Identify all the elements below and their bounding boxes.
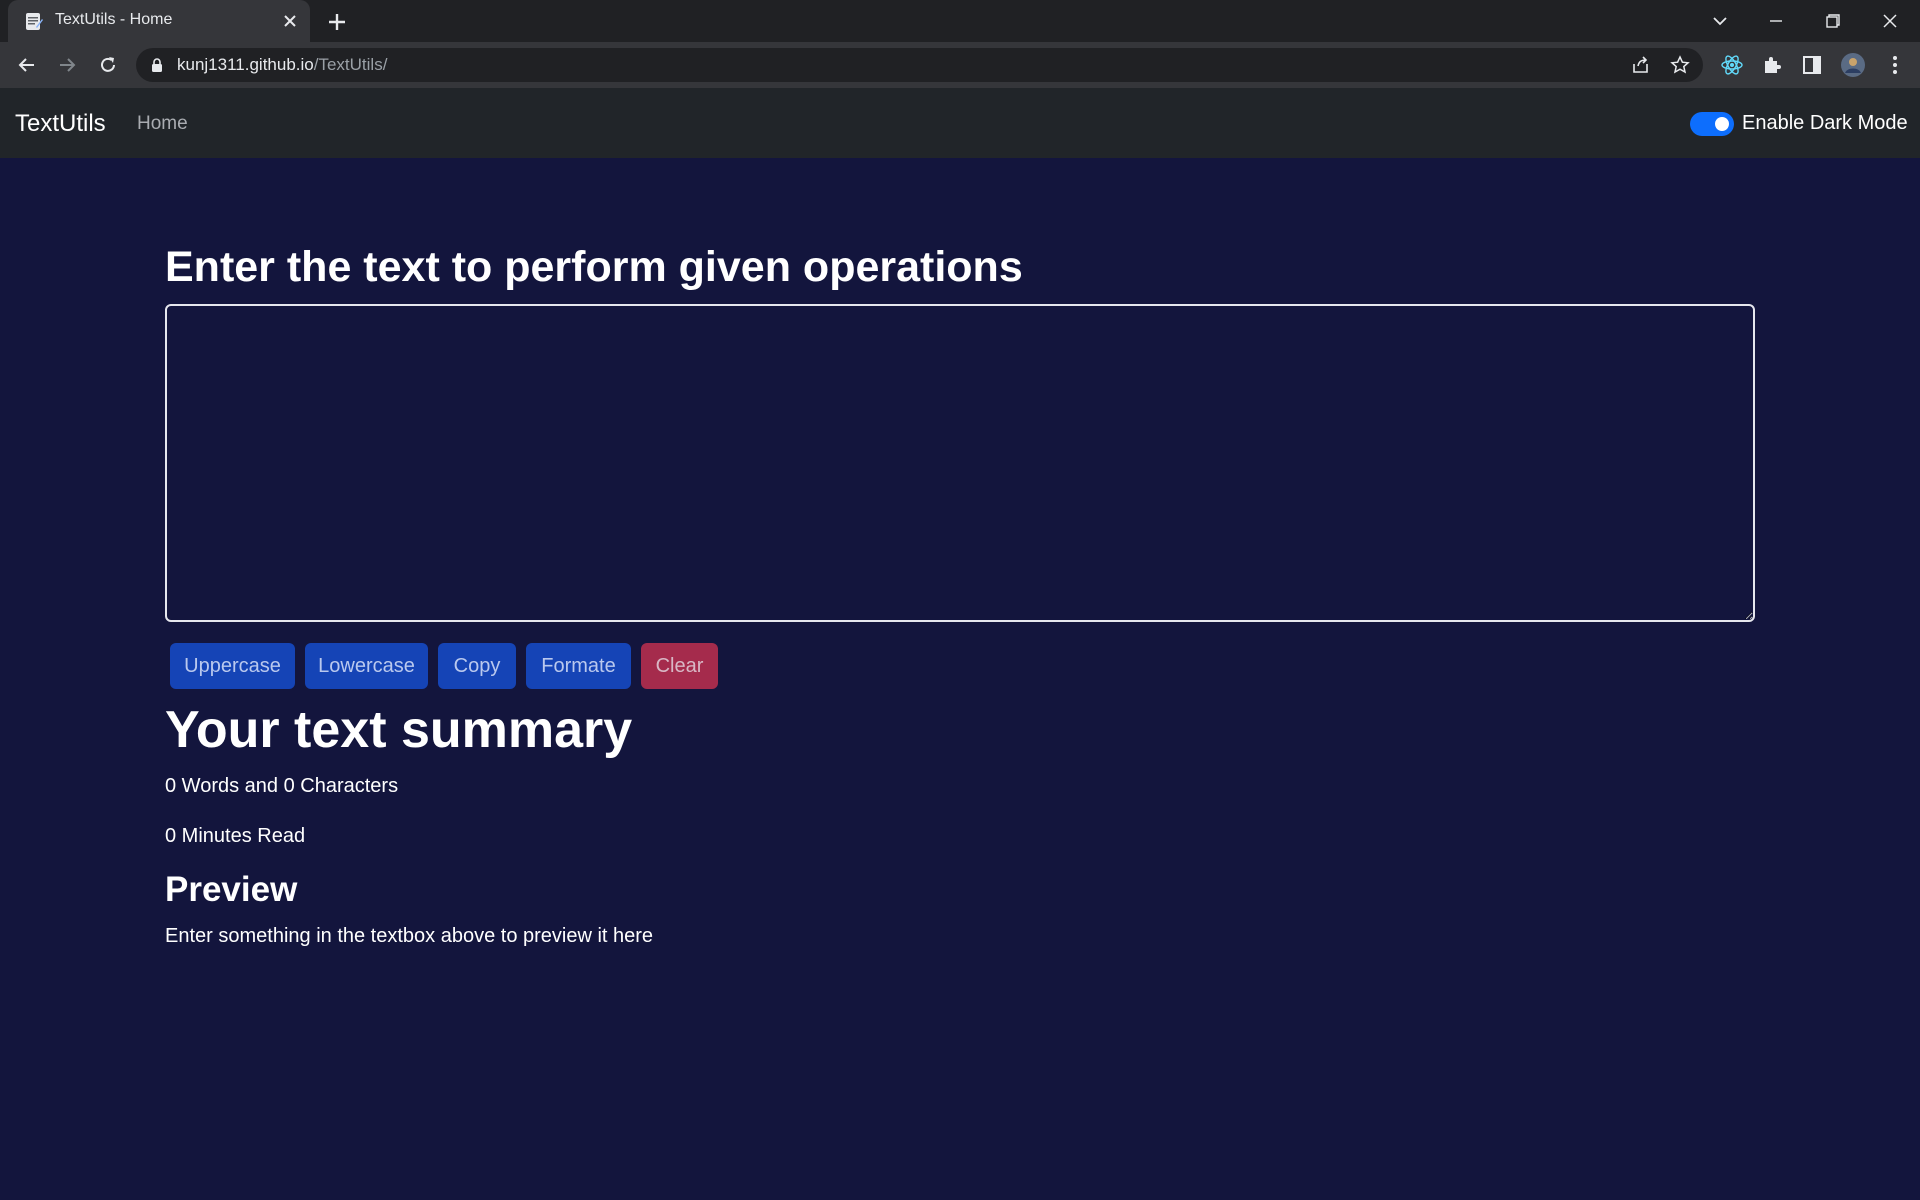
- minutes-read: 0 Minutes Read: [165, 825, 306, 847]
- word-char-count: 0 Words and 0 Characters: [165, 775, 399, 797]
- brand-logo-text[interactable]: TextUtils: [15, 110, 106, 138]
- url-host: kunj1311.github.io: [177, 55, 314, 74]
- minimize-icon[interactable]: [1763, 8, 1789, 34]
- url-text[interactable]: kunj1311.github.io/TextUtils/: [177, 55, 387, 75]
- close-tab-icon[interactable]: [280, 11, 300, 31]
- nav-link-home[interactable]: Home: [137, 113, 188, 135]
- browser-tab-strip: TextUtils - Home: [0, 0, 1920, 42]
- site-navbar: TextUtils Home Enable Dark Mode: [0, 88, 1920, 158]
- notepad-favicon-icon: [26, 13, 43, 30]
- dark-mode-toggle[interactable]: [1690, 112, 1734, 136]
- browser-tab-active[interactable]: TextUtils - Home: [8, 0, 310, 42]
- restore-icon[interactable]: [1820, 8, 1846, 34]
- tab-search-chevron-icon[interactable]: [1707, 8, 1733, 34]
- reload-icon[interactable]: [95, 52, 121, 78]
- extensions-puzzle-icon[interactable]: [1760, 53, 1784, 77]
- page-heading: Enter the text to perform given operatio…: [165, 243, 1023, 291]
- more-menu-icon[interactable]: [1883, 53, 1907, 77]
- back-arrow-icon[interactable]: [14, 52, 40, 78]
- tab-title: TextUtils - Home: [55, 11, 173, 28]
- react-devtools-icon[interactable]: [1720, 53, 1744, 77]
- formate-button[interactable]: Formate: [526, 643, 631, 689]
- browser-toolbar: kunj1311.github.io/TextUtils/: [0, 42, 1920, 88]
- clear-button[interactable]: Clear: [641, 643, 718, 689]
- summary-heading: Your text summary: [165, 701, 633, 759]
- lock-icon[interactable]: [150, 57, 164, 73]
- bookmark-star-icon[interactable]: [1669, 54, 1691, 76]
- profile-avatar-icon[interactable]: [1840, 52, 1866, 78]
- url-path: /TextUtils/: [313, 55, 388, 74]
- close-window-icon[interactable]: [1877, 8, 1903, 34]
- address-bar[interactable]: kunj1311.github.io/TextUtils/: [136, 48, 1703, 82]
- text-input-area[interactable]: [165, 304, 1755, 622]
- preview-heading: Preview: [165, 870, 298, 909]
- side-panel-icon[interactable]: [1800, 53, 1824, 77]
- share-icon[interactable]: [1630, 54, 1652, 76]
- new-tab-icon[interactable]: [325, 10, 349, 34]
- lowercase-button[interactable]: Lowercase: [305, 643, 428, 689]
- forward-arrow-icon[interactable]: [54, 52, 80, 78]
- preview-text: Enter something in the textbox above to …: [165, 925, 654, 947]
- copy-button[interactable]: Copy: [438, 643, 516, 689]
- uppercase-button[interactable]: Uppercase: [170, 643, 295, 689]
- dark-mode-label[interactable]: Enable Dark Mode: [1742, 112, 1908, 135]
